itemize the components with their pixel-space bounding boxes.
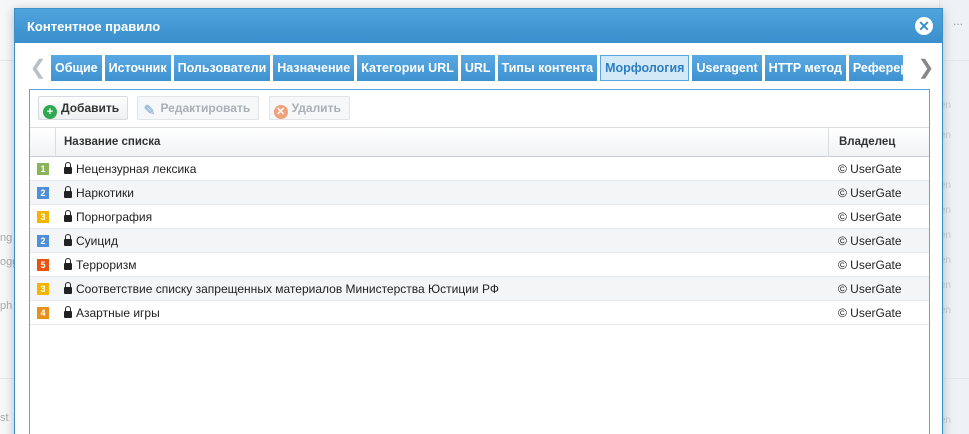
table-body: 1 Нецензурная лексика © UserGate 2 Наркотики… [30, 157, 929, 325]
table-row[interactable]: 4 Азартные игры © UserGate [30, 301, 929, 325]
dialog-header[interactable]: Контентное правило ✕ [15, 9, 942, 43]
background-text-fragment: st [0, 412, 9, 424]
owner-cell: © UserGate [838, 234, 902, 248]
threat-level-badge: 1 [37, 163, 49, 175]
tabs-scroll-right-icon[interactable]: ❯ [917, 55, 935, 81]
column-header-name[interactable]: Название списка [64, 128, 160, 157]
close-icon[interactable]: ✕ [915, 17, 933, 35]
list-name-cell: Суицид [64, 229, 118, 253]
tab-url[interactable]: URL [460, 55, 495, 81]
delete-button-label: Удалить [291, 101, 341, 115]
list-name-cell: Нецензурная лексика [64, 157, 196, 181]
lists-table: Название списка Владелец 1 Нецензурная ле… [30, 127, 929, 325]
threat-level-badge: 3 [37, 211, 49, 223]
plus-icon: + [43, 105, 57, 119]
table-row[interactable]: 3 Порнография © UserGate [30, 205, 929, 229]
add-button-label: Добавить [61, 101, 120, 115]
table-row[interactable]: 2 Наркотики © UserGate [30, 181, 929, 205]
owner-cell: © UserGate [838, 186, 902, 200]
table-row[interactable]: 3 Соответствие списку запрещенных материа… [30, 277, 929, 301]
tab-list: Общие Источник Пользователи Назначение Катег… [51, 55, 903, 81]
tabs-bar: ❮ Общие Источник Пользователи Назначение Кат… [29, 53, 934, 83]
table-row[interactable]: 2 Суицид © UserGate [30, 229, 929, 253]
list-name-text: Нецензурная лексика [76, 162, 197, 176]
lock-icon [64, 162, 72, 174]
list-name-cell: Соответствие списку запрещенных материал… [64, 277, 499, 301]
lock-icon [64, 306, 72, 318]
table-row[interactable]: 1 Нецензурная лексика © UserGate [30, 157, 929, 181]
tab-morphology[interactable]: Морфология [600, 55, 690, 81]
owner-cell: © UserGate [838, 282, 902, 296]
background-text-fragment: ng [0, 232, 13, 244]
delete-button[interactable]: ✕ Удалить [268, 96, 350, 120]
content-rule-dialog: Контентное правило ✕ ❮ Общие Источник Поль… [14, 8, 943, 434]
list-name-cell: Терроризм [64, 253, 136, 277]
list-name-cell: Азартные игры [64, 301, 160, 325]
list-name-text: Терроризм [76, 258, 137, 272]
table-row[interactable]: 5 Терроризм © UserGate [30, 253, 929, 277]
pencil-icon: ✎ [143, 102, 156, 118]
tab-useragent[interactable]: Useragent [692, 55, 762, 81]
list-name-text: Порнография [76, 210, 153, 224]
edit-button-label: Редактировать [160, 101, 251, 115]
column-header-number [30, 128, 56, 157]
column-header-owner[interactable]: Владелец [828, 128, 929, 157]
tab-referrer[interactable]: Реферер [848, 55, 903, 81]
tab-url-categories[interactable]: Категории URL [357, 55, 458, 81]
owner-cell: © UserGate [838, 210, 902, 224]
threat-level-badge: 3 [37, 283, 49, 295]
threat-level-badge: 4 [37, 307, 49, 319]
list-name-text: Суицид [76, 234, 118, 248]
tab-destination[interactable]: Назначение [273, 55, 355, 81]
delete-icon: ✕ [273, 105, 288, 119]
toolbar: + Добавить ✎ Редактировать ✕ Удалить [30, 90, 929, 126]
owner-cell: © UserGate [838, 258, 902, 272]
morphology-panel: + Добавить ✎ Редактировать ✕ Удалить Назван… [29, 89, 930, 434]
dialog-title: Контентное правило [27, 19, 161, 34]
lock-icon [64, 210, 72, 222]
lock-icon [64, 234, 72, 246]
table-header: Название списка Владелец [30, 127, 929, 157]
list-name-cell: Порнография [64, 205, 152, 229]
threat-level-badge: 5 [37, 259, 49, 271]
tab-general[interactable]: Общие [51, 55, 102, 81]
threat-level-badge: 2 [37, 187, 49, 199]
tab-source[interactable]: Источник [104, 55, 171, 81]
background-text-fragment: ph [0, 300, 13, 312]
edit-button[interactable]: ✎ Редактировать [137, 96, 260, 120]
list-name-text: Азартные игры [76, 306, 160, 320]
background-menu-dots[interactable]: ... [953, 14, 963, 28]
owner-cell: © UserGate [838, 162, 902, 176]
lock-icon [64, 186, 72, 198]
background-right-strip: ... [939, 0, 969, 434]
list-name-cell: Наркотики [64, 181, 134, 205]
tab-users[interactable]: Пользователи [173, 55, 271, 81]
tab-content-types[interactable]: Типы контента [497, 55, 598, 81]
owner-cell: © UserGate [838, 306, 902, 320]
threat-level-badge: 2 [37, 235, 49, 247]
add-button[interactable]: + Добавить [38, 96, 129, 120]
tab-http-method[interactable]: HTTP метод [764, 55, 846, 81]
tabs-scroll-left-icon[interactable]: ❮ [29, 55, 47, 81]
list-name-text: Соответствие списку запрещенных материал… [76, 282, 499, 296]
lock-icon [64, 258, 72, 270]
list-name-text: Наркотики [76, 186, 134, 200]
lock-icon [64, 282, 72, 294]
